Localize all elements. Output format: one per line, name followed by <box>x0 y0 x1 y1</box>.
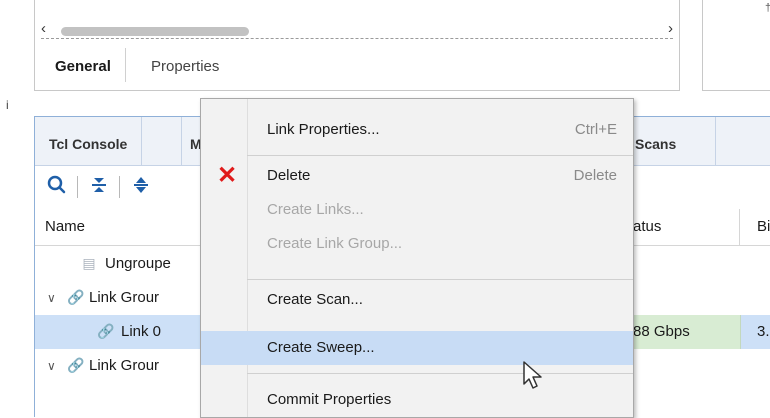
scroll-right-arrow-icon[interactable]: › <box>659 21 673 37</box>
horizontal-scrollbar[interactable]: ‹ › <box>41 20 673 39</box>
tab-general[interactable]: General <box>41 48 126 82</box>
link-group-icon: 🔗 <box>67 289 85 305</box>
menu-item-create-links[interactable]: Create Links... <box>201 193 633 227</box>
toolbar-separator <box>77 176 78 198</box>
scroll-thumb[interactable] <box>61 27 249 36</box>
menu-item-commit-properties[interactable]: Commit Properties <box>201 383 633 417</box>
link-icon: 🔗 <box>97 323 115 339</box>
menu-item-label: Delete <box>267 167 311 184</box>
menu-item-shortcut: Ctrl+E <box>574 121 617 138</box>
chevron-down-icon[interactable]: ∨ <box>47 281 56 315</box>
mouse-pointer-icon <box>520 360 550 390</box>
folder-icon: ▤ <box>82 255 96 271</box>
row-name: Link Grour <box>89 357 160 374</box>
column-header-name[interactable]: Name <box>45 209 85 245</box>
row-status: 88 Gbps <box>633 323 690 340</box>
right-side-panel: † <box>702 0 770 91</box>
properties-tab-bar: General Properties <box>41 48 673 82</box>
chevron-down-icon[interactable]: ∨ <box>47 349 56 383</box>
menu-item-create-sweep[interactable]: Create Sweep... <box>201 331 633 365</box>
menu-item-link-properties[interactable]: Link Properties... Ctrl+E <box>201 113 633 147</box>
scroll-left-arrow-icon[interactable]: ‹ <box>41 21 55 37</box>
menu-item-create-scan[interactable]: Create Scan... <box>201 283 633 317</box>
menu-item-label: Create Scan... <box>267 291 363 308</box>
collapse-all-icon[interactable] <box>87 174 111 198</box>
menu-separator <box>247 373 633 374</box>
row-name: Link 0 <box>121 323 162 340</box>
link-group-icon: 🔗 <box>67 357 85 373</box>
column-header-bit[interactable]: Bit <box>757 209 770 245</box>
row-name: Link Grour <box>89 289 160 306</box>
context-menu: Link Properties... Ctrl+E ✕ Delete Delet… <box>200 98 634 418</box>
tab-serial-io-scans[interactable]: Scans <box>629 117 716 165</box>
row-bit-rate: 3.1 <box>757 323 770 340</box>
menu-item-label: Create Link Group... <box>267 235 403 252</box>
menu-separator <box>247 155 633 156</box>
left-edge-mark: i <box>6 98 9 112</box>
right-panel-mark: † <box>765 2 770 14</box>
menu-item-label: Create Links... <box>267 201 364 218</box>
row-name: Ungroupe <box>105 255 171 272</box>
menu-item-label: Link Properties... <box>267 121 380 138</box>
search-icon[interactable] <box>45 174 69 198</box>
menu-item-shortcut: Delete <box>573 167 617 184</box>
properties-panel: ‹ › General Properties <box>34 0 680 91</box>
toolbar-separator <box>119 176 120 198</box>
tab-tcl-console[interactable]: Tcl Console <box>35 117 143 165</box>
tab-properties[interactable]: Properties <box>151 48 219 82</box>
menu-item-label: Create Sweep... <box>267 339 375 356</box>
delete-x-icon: ✕ <box>217 162 238 189</box>
column-divider[interactable] <box>739 209 740 245</box>
menu-item-delete[interactable]: ✕ Delete Delete <box>201 159 633 193</box>
expand-all-icon[interactable] <box>129 174 153 198</box>
menu-item-label: Commit Properties <box>267 391 392 408</box>
column-header-status[interactable]: atus <box>633 209 661 245</box>
menu-separator <box>247 279 633 280</box>
menu-item-create-link-group[interactable]: Create Link Group... <box>201 227 633 261</box>
